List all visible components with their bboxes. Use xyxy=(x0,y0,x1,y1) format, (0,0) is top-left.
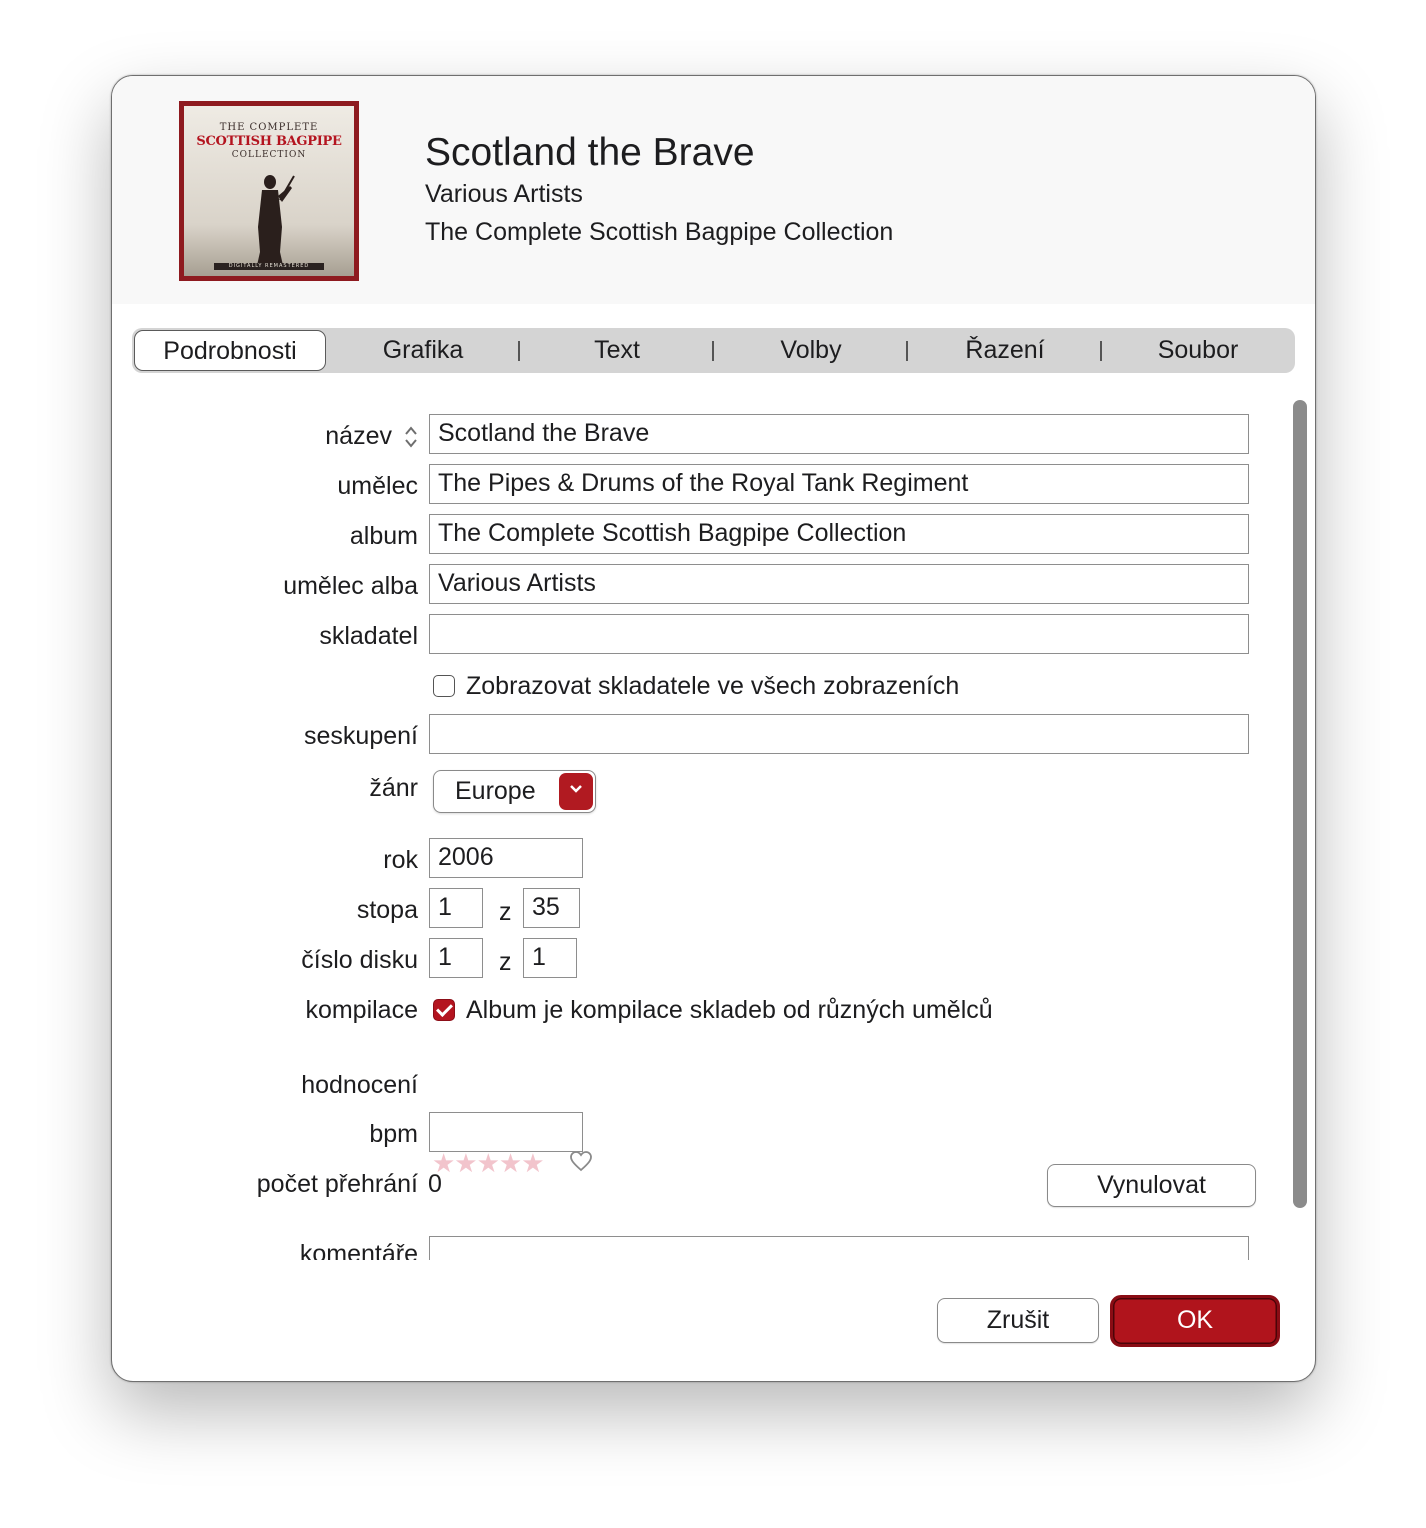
header-album: The Complete Scottish Bagpipe Collection xyxy=(425,218,894,246)
track-info-dialog: THE COMPLETE SCOTTISH BAGPIPE COLLECTION… xyxy=(111,75,1316,1382)
rating-stars[interactable]: ★★★★★ xyxy=(432,1148,545,1179)
comments-label: komentáře xyxy=(299,1240,418,1260)
track-of-label: z xyxy=(499,898,512,926)
artwork-text-line2: SCOTTISH BAGPIPE xyxy=(196,134,342,149)
album-artwork: THE COMPLETE SCOTTISH BAGPIPE COLLECTION… xyxy=(179,101,359,281)
bpm-label: bpm xyxy=(369,1120,418,1148)
genre-value: Europe xyxy=(455,777,536,805)
grouping-label: seskupení xyxy=(304,722,418,750)
year-field[interactable]: 2006 xyxy=(429,838,583,878)
cancel-button[interactable]: Zrušit xyxy=(937,1298,1099,1343)
name-label: název xyxy=(325,422,392,450)
composer-field[interactable] xyxy=(429,614,1249,654)
tab-options[interactable]: Volby xyxy=(714,328,908,373)
genre-popup[interactable]: Europe xyxy=(433,770,596,813)
album-artist-label: umělec alba xyxy=(283,572,418,600)
piper-silhouette-icon xyxy=(256,175,295,270)
scrollbar-thumb[interactable] xyxy=(1293,400,1307,1208)
play-count-value: 0 xyxy=(428,1170,442,1198)
track-total-field[interactable]: 35 xyxy=(523,888,580,928)
compilation-label: kompilace xyxy=(305,996,418,1024)
reset-play-count-button[interactable]: Vynulovat xyxy=(1047,1164,1256,1207)
tab-artwork[interactable]: Grafika xyxy=(326,328,520,373)
show-composer-checkbox[interactable] xyxy=(433,675,455,697)
composer-label: skladatel xyxy=(319,622,418,650)
album-label: album xyxy=(349,522,418,550)
heart-icon[interactable] xyxy=(569,1150,593,1172)
tab-lyrics[interactable]: Text xyxy=(520,328,714,373)
comments-field[interactable] xyxy=(429,1236,1249,1260)
disc-label: číslo disku xyxy=(301,946,418,974)
artwork-text-line3: COLLECTION xyxy=(231,150,307,160)
chevron-down-icon[interactable] xyxy=(559,773,593,810)
artist-field[interactable]: The Pipes & Drums of the Royal Tank Regi… xyxy=(429,464,1249,504)
tab-details[interactable]: Podrobnosti xyxy=(134,330,326,371)
genre-label: žánr xyxy=(369,774,418,802)
disc-total-field[interactable]: 1 xyxy=(523,938,577,978)
tab-file[interactable]: Soubor xyxy=(1102,328,1294,373)
tab-sorting[interactable]: Řazení xyxy=(908,328,1102,373)
header-title: Scotland the Brave xyxy=(425,131,755,174)
year-label: rok xyxy=(383,846,418,874)
header-artist: Various Artists xyxy=(425,180,583,208)
bpm-field[interactable] xyxy=(429,1112,583,1152)
track-label: stopa xyxy=(356,896,418,924)
artwork-text-line1: THE COMPLETE xyxy=(219,122,319,133)
disc-number-field[interactable]: 1 xyxy=(429,938,483,978)
tab-bar: Podrobnosti Grafika Text Volby Řazení So… xyxy=(132,328,1295,373)
rating-label: hodnocení xyxy=(301,1071,418,1099)
album-field[interactable]: The Complete Scottish Bagpipe Collection xyxy=(429,514,1249,554)
compilation-text: Album je kompilace skladeb od různých um… xyxy=(466,996,993,1024)
ok-button[interactable]: OK xyxy=(1110,1295,1280,1347)
play-count-label: počet přehrání xyxy=(256,1170,418,1198)
disc-of-label: z xyxy=(499,948,512,976)
artist-label: umělec xyxy=(337,472,418,500)
name-field[interactable]: Scotland the Brave xyxy=(429,414,1249,454)
album-artist-field[interactable]: Various Artists xyxy=(429,564,1249,604)
sort-updown-icon[interactable] xyxy=(403,424,419,450)
artwork-footer-text: DIGITALLY REMASTERED xyxy=(214,263,324,270)
track-number-field[interactable]: 1 xyxy=(429,888,483,928)
compilation-checkbox[interactable] xyxy=(433,999,455,1021)
grouping-field[interactable] xyxy=(429,714,1249,754)
show-composer-label: Zobrazovat skladatele ve všech zobrazení… xyxy=(466,672,960,700)
details-form: název Scotland the Brave umělec The Pipe… xyxy=(112,394,1315,1260)
